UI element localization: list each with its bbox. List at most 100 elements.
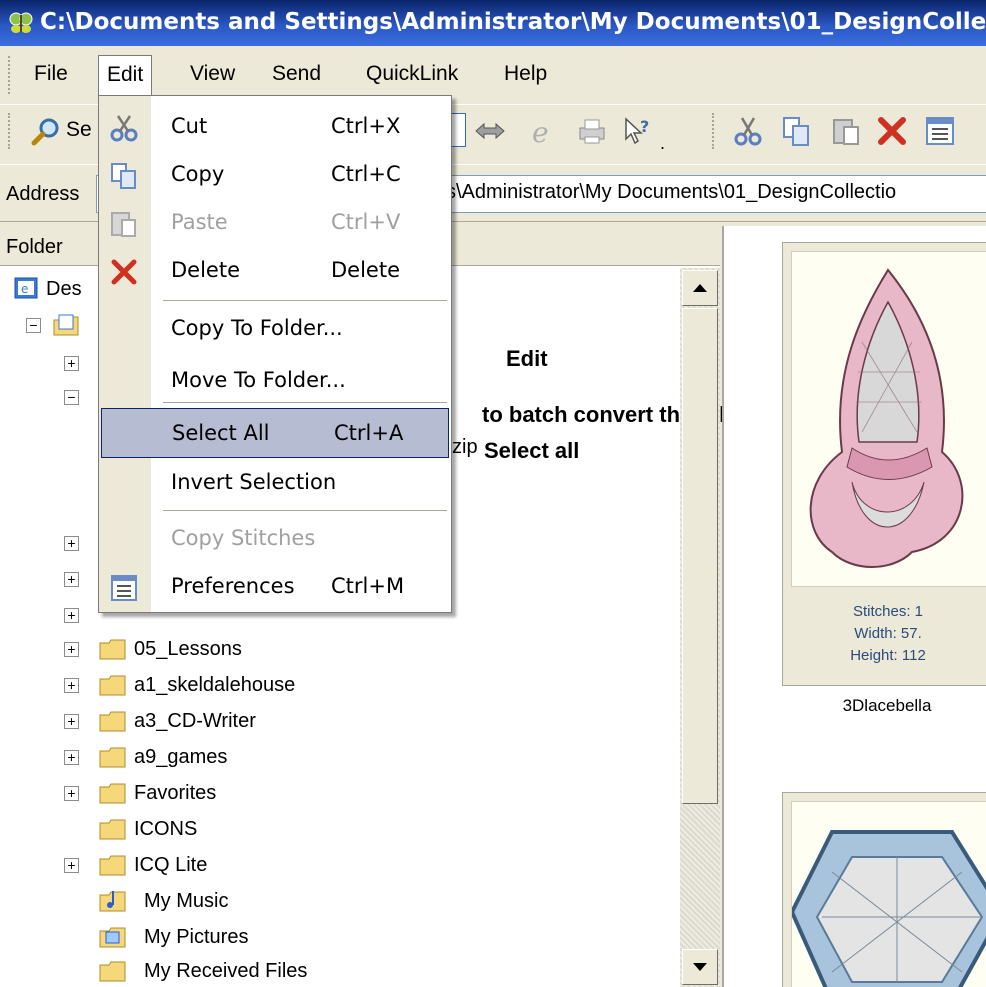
menu-item-copy-stitches[interactable]: Copy Stitches <box>99 514 451 564</box>
copy-icon <box>111 163 136 189</box>
folder-icon <box>99 819 126 840</box>
expand-toggle[interactable]: + <box>64 642 79 657</box>
expand-toggle[interactable]: + <box>64 786 79 801</box>
folder-icon <box>99 783 126 804</box>
menu-item-select-all[interactable]: Select All Ctrl+A <box>101 408 449 458</box>
explorer-window: C:\Documents and Settings\Administrator\… <box>0 0 986 987</box>
butterfly-app-icon <box>9 12 33 33</box>
arrow-up-icon <box>693 284 707 292</box>
folder-icon <box>99 855 126 876</box>
svg-text:e: e <box>532 116 549 147</box>
design-card-2[interactable] <box>782 792 986 987</box>
menu-item-label: Move To Folder... <box>171 368 346 392</box>
zip-label-fragment: zip <box>452 436 478 458</box>
menu-item-shortcut: Ctrl+V <box>331 210 401 234</box>
menu-item-preferences[interactable]: Preferences Ctrl+M <box>99 562 451 612</box>
svg-text:?: ? <box>640 117 649 136</box>
swap-arrows-icon[interactable] <box>474 115 506 147</box>
design-filename[interactable]: 3Dlacebella <box>782 696 986 716</box>
menu-quicklink[interactable]: QuickLink <box>366 62 458 86</box>
expand-toggle[interactable]: + <box>64 750 79 765</box>
menu-item-delete[interactable]: Delete Delete <box>99 246 451 296</box>
folder-icon <box>99 639 126 660</box>
help-pointer-icon[interactable]: ? <box>622 115 654 147</box>
design-card[interactable]: Stitches: 1 Width: 57. Height: 112 <box>782 242 986 686</box>
scroll-up-button[interactable] <box>682 270 718 306</box>
expand-toggle[interactable]: + <box>64 608 79 623</box>
menu-item-paste[interactable]: Paste Ctrl+V <box>99 198 451 248</box>
documents-folder-icon <box>53 314 79 336</box>
menu-item-shortcut: Ctrl+X <box>331 114 401 138</box>
menu-file[interactable]: File <box>34 62 68 86</box>
paste-icon <box>111 212 136 237</box>
tree-item-label: My Received Files <box>144 960 308 982</box>
design-thumbnail[interactable] <box>791 251 986 587</box>
window-title: C:\Documents and Settings\Administrator\… <box>40 9 986 35</box>
menu-item-cut[interactable]: Cut Ctrl+X <box>99 102 451 152</box>
menu-help[interactable]: Help <box>504 62 547 86</box>
menu-item-label: Delete <box>171 258 240 282</box>
expand-toggle[interactable]: + <box>64 678 79 693</box>
menu-item-label: Copy <box>171 162 225 186</box>
design-thumbnail-2[interactable] <box>791 801 986 987</box>
scroll-down-button[interactable] <box>682 949 718 985</box>
collapse-toggle[interactable]: − <box>64 390 79 405</box>
menu-item-invert-selection[interactable]: Invert Selection <box>99 458 451 508</box>
cut-icon[interactable] <box>732 115 764 147</box>
menu-item-label: Invert Selection <box>171 470 337 494</box>
menu-send[interactable]: Send <box>272 62 321 86</box>
delete-icon[interactable] <box>876 115 908 147</box>
folder-icon <box>99 747 126 768</box>
menu-view[interactable]: View <box>190 62 235 86</box>
search-button-label[interactable]: Se <box>66 118 92 142</box>
expand-toggle[interactable]: + <box>64 572 79 587</box>
menu-item-label: Preferences <box>171 574 295 598</box>
toolbar-grip <box>8 113 12 149</box>
menu-item-copy[interactable]: Copy Ctrl+C <box>99 150 451 200</box>
folder-icon <box>99 675 126 696</box>
menu-item-shortcut: Delete <box>331 258 400 282</box>
menu-item-shortcut: Ctrl+A <box>334 421 404 445</box>
tree-item-label: Favorites <box>134 782 217 804</box>
menu-item-move-to-folder[interactable]: Move To Folder... <box>99 356 451 406</box>
tree-item-label: 05_Lessons <box>134 638 242 660</box>
tree-item-label: ICQ Lite <box>134 854 208 876</box>
scissors-icon <box>110 115 138 142</box>
design-height: Height: 112 <box>850 647 926 664</box>
menu-edit[interactable]: Edit <box>98 55 153 95</box>
tree-item-label: a3_CD-Writer <box>134 710 256 732</box>
folder-icon <box>99 961 126 982</box>
expand-toggle[interactable]: + <box>64 714 79 729</box>
edit-menu: Cut Ctrl+X Copy Ctrl+C Paste Ctrl+V Dele… <box>98 95 452 613</box>
hexagon-lace-design-image <box>792 830 986 987</box>
tree-item-label: a1_skeldalehouse <box>134 674 296 696</box>
menu-separator <box>163 402 447 403</box>
lace-bell-design-image <box>809 268 964 568</box>
toolbar-overflow[interactable]: . <box>660 133 665 154</box>
browser-icon[interactable]: e <box>528 115 560 147</box>
folder-icon <box>99 711 126 732</box>
title-bar[interactable]: C:\Documents and Settings\Administrator\… <box>0 0 986 46</box>
paste-icon[interactable] <box>830 115 862 147</box>
folder-pane-scrollbar[interactable] <box>680 268 720 987</box>
arrow-down-icon <box>693 963 707 971</box>
expand-toggle[interactable]: + <box>64 858 79 873</box>
expand-toggle[interactable]: + <box>64 356 79 371</box>
pictures-folder-icon <box>99 927 126 948</box>
music-folder-icon <box>99 891 126 912</box>
address-path[interactable]: s\Administrator\My Documents\01_DesignCo… <box>446 181 896 204</box>
scroll-thumb[interactable] <box>682 308 718 804</box>
collapse-toggle[interactable]: − <box>26 318 41 333</box>
search-icon[interactable] <box>30 115 62 147</box>
menu-item-copy-to-folder[interactable]: Copy To Folder... <box>99 304 451 354</box>
expand-toggle[interactable]: + <box>64 536 79 551</box>
copy-icon[interactable] <box>780 115 812 147</box>
menubar-grip <box>8 56 12 94</box>
menu-item-shortcut: Ctrl+C <box>331 162 401 186</box>
properties-icon[interactable] <box>924 115 956 147</box>
menu-separator <box>163 300 447 301</box>
toolbar-separator <box>712 113 716 149</box>
preferences-icon <box>111 575 137 601</box>
print-icon[interactable] <box>576 115 608 147</box>
preview-pane: Stitches: 1 Width: 57. Height: 112 3Dlac… <box>722 226 986 987</box>
